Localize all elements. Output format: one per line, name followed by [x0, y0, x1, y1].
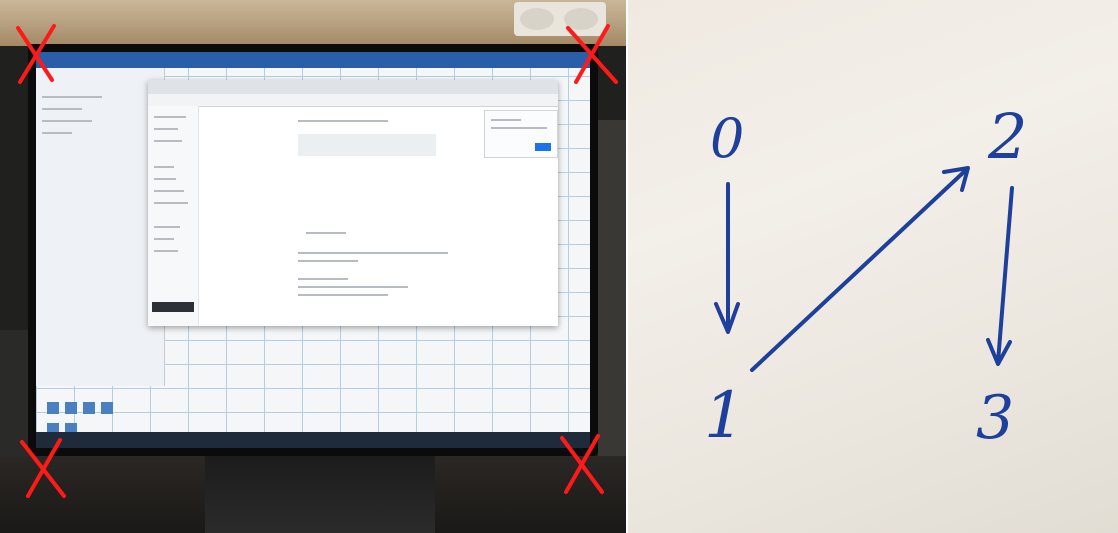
browser-sidebar: [148, 106, 199, 326]
monitor-stand: [205, 456, 435, 533]
text-line: [154, 178, 176, 180]
sidebar-dark-button: [152, 302, 194, 312]
text-line: [298, 260, 358, 262]
code-block: [298, 134, 436, 156]
text-line: [298, 286, 408, 288]
browser-tab-bar: [148, 80, 558, 94]
text-line: [154, 226, 180, 228]
background-app-window: [36, 68, 165, 386]
text-line: [154, 190, 184, 192]
text-line: [298, 294, 388, 296]
node-label-2: 2: [988, 100, 1028, 173]
red-x-mark-top-left: [16, 24, 56, 84]
text-line: [42, 108, 82, 110]
text-line: [154, 202, 188, 204]
node-label-3: 3: [976, 383, 1015, 453]
red-x-mark-bottom-right: [560, 434, 604, 494]
monitor-screen: [36, 52, 590, 448]
text-line: [154, 250, 178, 252]
background-app-ribbon: [36, 52, 590, 68]
red-x-mark-top-right: [566, 24, 618, 84]
edge-1-to-2: [750, 168, 968, 372]
text-line: [154, 128, 178, 130]
text-line: [298, 120, 388, 122]
text-line: [154, 140, 182, 142]
text-line: [154, 116, 186, 118]
monitor-photo: [0, 0, 626, 533]
browser-popup: [484, 110, 558, 158]
browser-address-bar: [148, 94, 558, 107]
text-line: [154, 238, 174, 240]
text-line: [42, 96, 102, 98]
text-line: [298, 278, 348, 280]
edge-2-to-3: [996, 186, 1014, 364]
whiteboard-photo: 0 1 2 3: [628, 0, 1118, 533]
text-line: [298, 252, 448, 254]
text-line: [491, 119, 521, 121]
text-line: [306, 232, 346, 234]
node-label-0: 0: [710, 107, 745, 170]
node-label-1: 1: [704, 379, 745, 453]
graph-diagram: [714, 166, 1014, 372]
text-line: [154, 166, 174, 168]
popup-button: [535, 143, 551, 151]
red-x-mark-bottom-left: [20, 438, 66, 498]
text-line: [491, 127, 547, 129]
taskbar: [36, 432, 590, 448]
text-line: [42, 132, 72, 134]
text-line: [42, 120, 92, 122]
